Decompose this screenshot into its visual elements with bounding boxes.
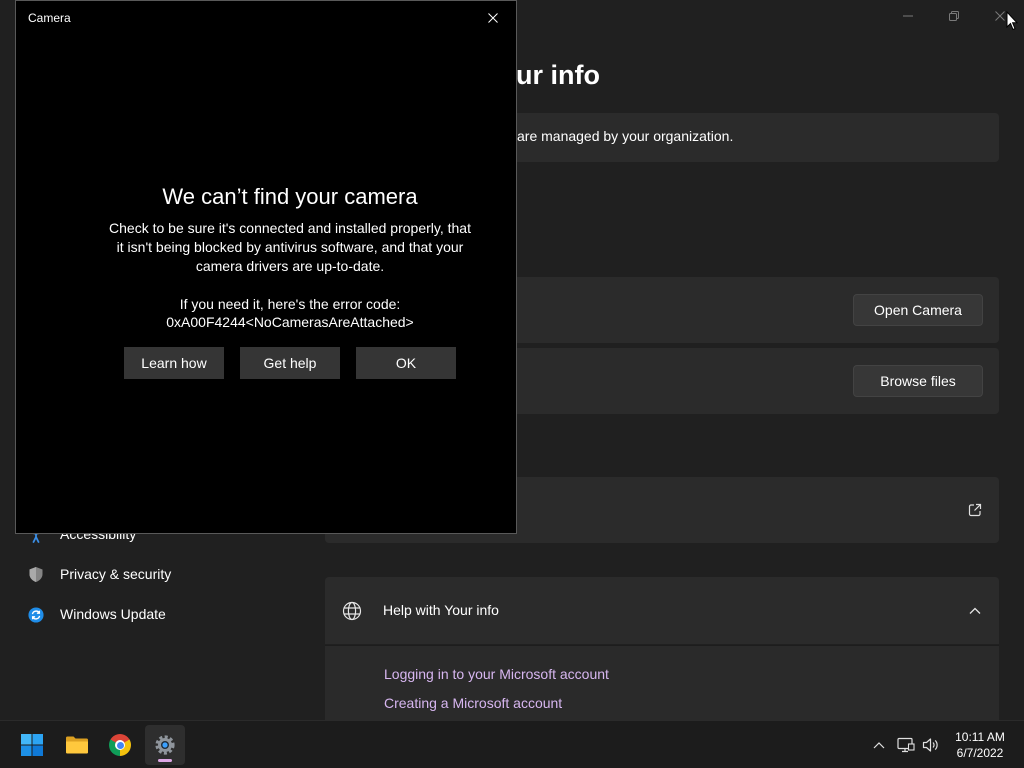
start-icon [21, 734, 43, 756]
help-title: Help with Your info [383, 602, 499, 618]
help-link-creating-account[interactable]: Creating a Microsoft account [384, 693, 562, 713]
clock-date: 6/7/2022 [956, 746, 1004, 760]
error-code-text: 0xA00F4244<NoCamerasAreAttached> [166, 314, 414, 330]
globe-icon [342, 601, 362, 621]
shield-icon [28, 566, 44, 583]
shield-icon-graphic [29, 567, 43, 582]
dialog-heading: We can’t find your camera [162, 184, 418, 209]
dialog-body-line: it isn't being blocked by antivirus soft… [116, 239, 464, 255]
restore-icon [949, 11, 959, 21]
ok-button[interactable]: OK [356, 347, 456, 379]
help-link-logging-in[interactable]: Logging in to your Microsoft account [384, 664, 609, 684]
browse-files-button[interactable]: Browse files [853, 365, 983, 397]
settings-icon [155, 735, 175, 755]
volume-button[interactable] [920, 721, 942, 768]
show-hidden-icons-button[interactable] [868, 721, 890, 768]
network-button[interactable] [895, 721, 917, 768]
chrome-button[interactable] [100, 725, 140, 765]
dialog-body: Check to be sure it's connected and inst… [90, 219, 490, 276]
active-app-indicator [158, 759, 172, 762]
error-intro-text: If you need it, here's the error code: [179, 296, 401, 312]
external-link-icon [968, 503, 982, 517]
org-notice-text: are managed by your organization. [517, 128, 734, 144]
dialog-error-section: If you need it, here's the error code: 0… [90, 295, 490, 331]
help-expander-content: Logging in to your Microsoft account Cre… [325, 645, 999, 720]
camera-error-dialog: Camera We can’t find your camera Check t… [15, 0, 517, 534]
restore-button[interactable] [931, 0, 977, 32]
sidebar-item-label: Windows Update [60, 606, 166, 622]
close-icon [995, 11, 1005, 21]
dialog-title: Camera [28, 11, 71, 25]
start-button[interactable] [12, 725, 52, 765]
close-icon [488, 13, 498, 23]
minimize-button[interactable] [885, 0, 931, 32]
file-explorer-button[interactable] [57, 725, 97, 765]
dialog-body-line: camera drivers are up-to-date. [195, 258, 385, 274]
file-explorer-icon [66, 736, 88, 754]
open-camera-button[interactable]: Open Camera [853, 294, 983, 326]
minimize-icon [903, 15, 913, 17]
chevron-up-icon[interactable] [969, 607, 981, 615]
sidebar-item-privacy-security[interactable]: Privacy & security [16, 556, 308, 592]
page-title: ur info [516, 60, 600, 90]
mouse-cursor-icon [1006, 11, 1018, 31]
windows-update-icon [28, 606, 44, 623]
dialog-button-row: Learn how Get help OK [90, 347, 490, 379]
learn-how-button[interactable]: Learn how [124, 347, 224, 379]
windows-update-icon-graphic [28, 606, 44, 623]
chevron-up-icon [873, 742, 885, 749]
help-expander-header[interactable]: Help with Your info [325, 577, 999, 644]
volume-icon [922, 738, 938, 752]
sidebar-item-label: Privacy & security [60, 566, 172, 582]
chrome-icon-center [116, 741, 124, 749]
dialog-body-line: Check to be sure it's connected and inst… [109, 220, 471, 236]
sidebar-item-windows-update[interactable]: Windows Update [16, 596, 308, 632]
clock-time: 10:11 AM [955, 730, 1005, 744]
clock[interactable]: 10:11 AM 6/7/2022 [948, 721, 1012, 768]
chrome-icon [109, 734, 131, 756]
get-help-button[interactable]: Get help [240, 347, 340, 379]
network-icon [897, 737, 915, 753]
taskbar: 10:11 AM 6/7/2022 [0, 720, 1024, 768]
dialog-close-button[interactable] [471, 2, 515, 34]
